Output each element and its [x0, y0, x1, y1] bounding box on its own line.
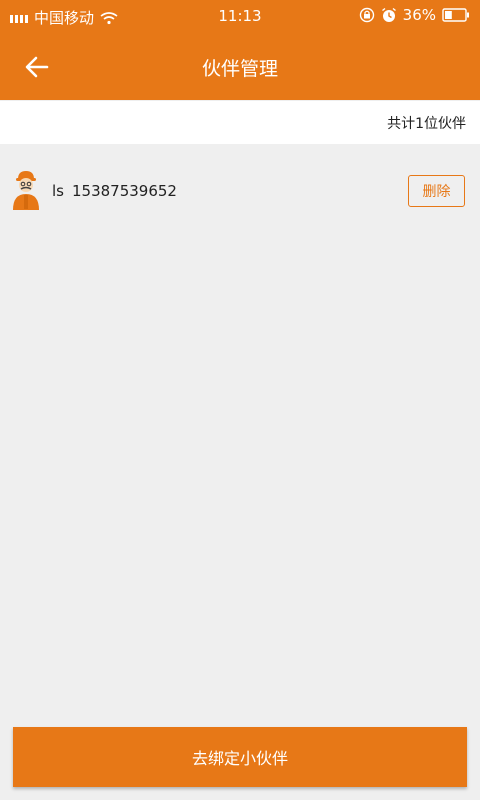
lock-rotation-icon	[359, 7, 374, 23]
alarm-icon	[381, 7, 396, 22]
bind-partner-button[interactable]: 去绑定小伙伴	[13, 727, 467, 787]
partner-row: ls 15387539652 删除	[0, 162, 480, 220]
battery-icon	[442, 8, 469, 22]
partner-count-label: 共计1位伙伴	[387, 115, 466, 132]
page-title: 伙伴管理	[201, 58, 278, 80]
status-right: 36%	[359, 6, 470, 24]
partner-name: ls	[52, 182, 64, 200]
worker-avatar-icon	[13, 171, 39, 210]
battery-percent: 36%	[402, 6, 436, 24]
partner-count-bar: 共计1位伙伴	[0, 101, 480, 144]
status-bar: 中国移动 11:13 36%	[0, 0, 480, 32]
partner-phone: 15387539652	[72, 182, 177, 200]
app-bar: 伙伴管理	[0, 32, 480, 100]
delete-partner-button[interactable]: 删除	[408, 175, 465, 207]
